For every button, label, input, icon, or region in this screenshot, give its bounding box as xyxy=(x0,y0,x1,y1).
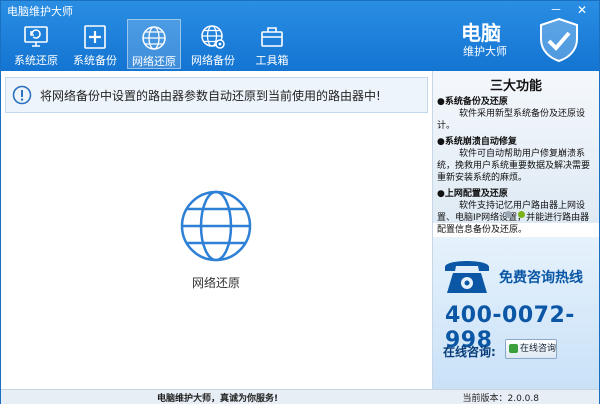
tab-network-restore[interactable]: 网络还原 xyxy=(127,19,181,69)
tab-label: 系统备份 xyxy=(73,54,117,67)
info-alert: 将网络备份中设置的路由器参数自动还原到当前使用的路由器中! xyxy=(5,77,428,113)
backup-icon xyxy=(84,25,106,49)
globe-icon xyxy=(180,190,252,262)
tab-network-backup[interactable]: 网络备份 xyxy=(186,19,240,69)
globe-icon xyxy=(142,26,166,50)
main-panel: 将网络备份中设置的路由器参数自动还原到当前使用的路由器中! 网络还原 xyxy=(1,71,432,389)
toolbar: 系统还原 系统备份 网络还原 网络备份 工具箱 xyxy=(9,19,304,69)
feature-head: ●系统备份及还原 xyxy=(437,97,508,107)
online-consult-button-label: 在线咨询 xyxy=(520,344,557,354)
action-label: 网络还原 xyxy=(191,276,240,290)
app-window: 电脑维护大师 － ✕ 系统还原 系统备份 网络还原 网络备份 工具箱 电脑 维护… xyxy=(0,0,600,404)
feature-item: ●系统崩溃自动修复 软件可自动帮助用户修复崩溃系统，挽救用户系统重要数据及解决需… xyxy=(433,136,599,184)
tab-label: 网络还原 xyxy=(132,55,176,68)
feature-desc: 软件支持记忆用户路由器上网设置、电脑IP网络设置，并能进行路由器配置信息备份及还… xyxy=(437,201,590,235)
shield-icon xyxy=(540,17,578,63)
feature-head: ●上网配置及还原 xyxy=(437,189,508,199)
window-title: 电脑维护大师 xyxy=(7,5,73,18)
version-label: 当前版本：2.0.0.8 xyxy=(462,394,540,404)
online-consult-button[interactable]: 在线咨询 xyxy=(505,339,557,359)
feature-head: ●系统崩溃自动修复 xyxy=(437,137,517,147)
tab-label: 网络备份 xyxy=(191,54,235,67)
feature-item: ●系统备份及还原 软件采用新型系统备份及还原设计。 xyxy=(433,96,599,132)
online-consult-label: 在线咨询: xyxy=(443,345,496,359)
status-message: 电脑维护大师，真诚为你服务! xyxy=(157,394,279,404)
toolbox-icon xyxy=(261,27,283,47)
brand-subtitle: 维护大师 xyxy=(463,45,507,58)
hotline-panel: 免费咨询热线 400-0072-998 在线咨询: 在线咨询 xyxy=(433,237,599,389)
alert-text: 将网络备份中设置的路由器参数自动还原到当前使用的路由器中! xyxy=(40,88,381,103)
features-panel: 三大功能 ●系统备份及还原 软件采用新型系统备份及还原设计。 ●系统崩溃自动修复… xyxy=(433,71,599,235)
tab-system-restore[interactable]: 系统还原 xyxy=(9,19,63,69)
tab-label: 系统还原 xyxy=(14,54,58,67)
features-title: 三大功能 xyxy=(489,79,542,94)
tab-system-backup[interactable]: 系统备份 xyxy=(68,19,122,69)
header: 电脑维护大师 － ✕ 系统还原 系统备份 网络还原 网络备份 工具箱 电脑 维护… xyxy=(1,1,599,71)
chat-icon xyxy=(509,344,518,353)
brand-name: 电脑 xyxy=(461,21,501,45)
carousel-dot[interactable] xyxy=(505,211,512,218)
right-panel: 三大功能 ●系统备份及还原 软件采用新型系统备份及还原设计。 ●系统崩溃自动修复… xyxy=(432,71,599,389)
restore-icon xyxy=(24,26,48,47)
phone-icon xyxy=(445,261,489,293)
free-hotline-label: 免费咨询热线 xyxy=(499,270,583,286)
feature-desc: 软件采用新型系统备份及还原设计。 xyxy=(437,109,586,131)
tab-label: 工具箱 xyxy=(255,54,289,67)
status-bar: 电脑维护大师，真诚为你服务! 当前版本：2.0.0.8 xyxy=(1,389,599,404)
globe-gear-icon xyxy=(201,25,225,49)
carousel-dots xyxy=(505,211,531,218)
network-restore-action[interactable]: 网络还原 xyxy=(171,189,261,291)
tab-toolbox[interactable]: 工具箱 xyxy=(245,19,299,69)
carousel-dot-active[interactable] xyxy=(518,211,525,218)
warning-icon xyxy=(12,85,32,105)
feature-desc: 软件可自动帮助用户修复崩溃系统，挽救用户系统重要数据及解决需要重新安装系统的麻烦… xyxy=(437,149,591,183)
brand: 电脑 维护大师 xyxy=(431,17,581,63)
